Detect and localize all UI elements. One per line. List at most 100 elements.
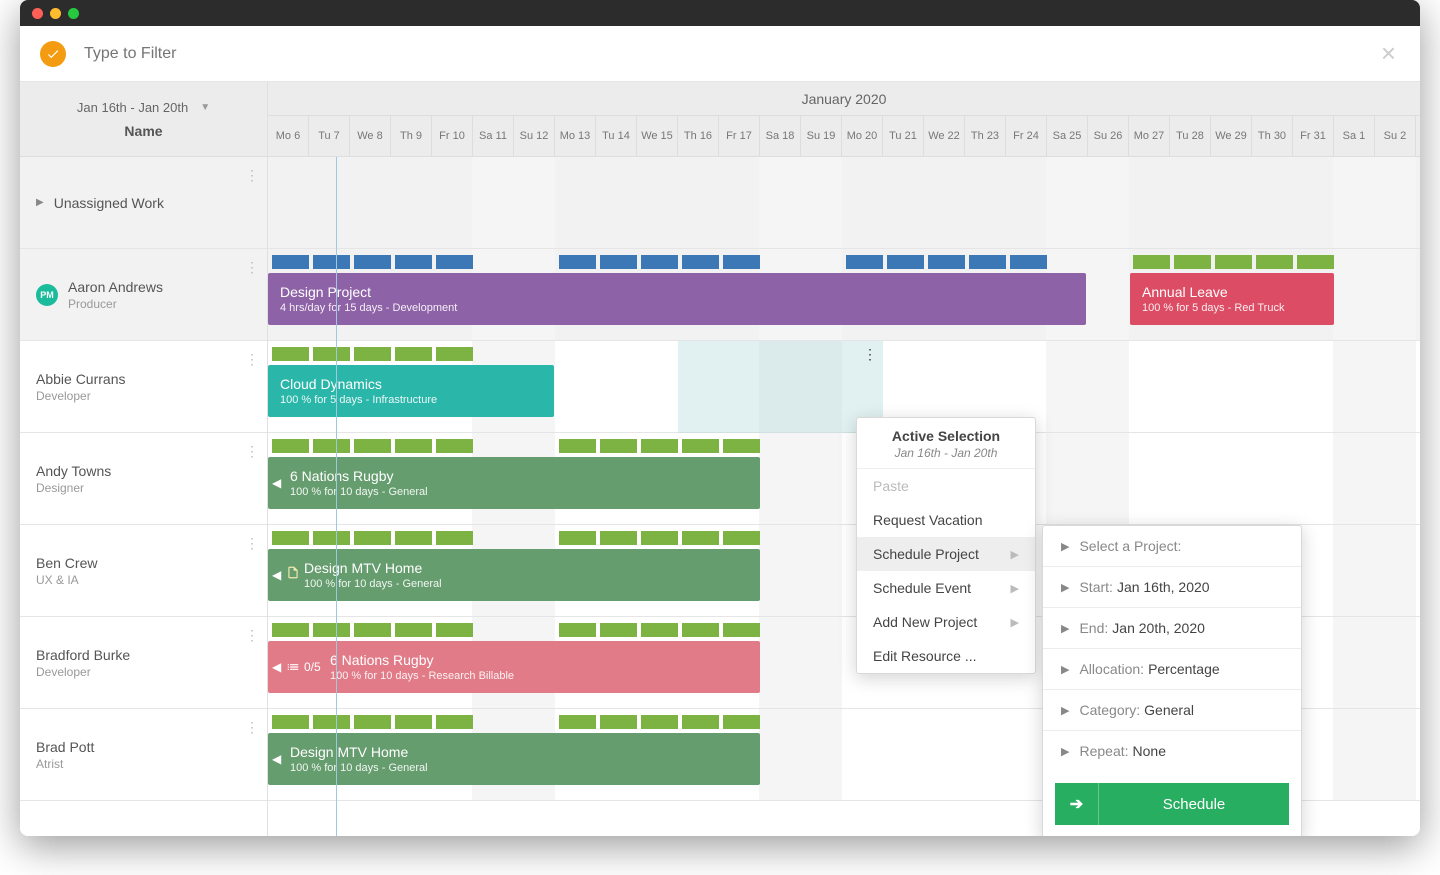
day-cell[interactable]: We 29 [1211,116,1252,156]
row-brad[interactable]: Brad Pott Atrist ⋮ [20,709,267,801]
day-cell[interactable]: Sa 18 [760,116,801,156]
day-cell[interactable]: Su 26 [1088,116,1129,156]
panel-row-select-project[interactable]: ▶ Select a Project: [1043,526,1301,567]
menu-item-paste: Paste [857,469,1035,503]
day-cell[interactable]: Mo 13 [555,116,596,156]
schedule-go-icon-button[interactable]: ➔ [1055,783,1099,825]
day-cell[interactable]: Mo 27 [1129,116,1170,156]
menu-item-add-new-project[interactable]: Add New Project ▶ [857,605,1035,639]
menu-item-schedule-event[interactable]: Schedule Event ▶ [857,571,1035,605]
booking-bar[interactable]: ◀ Design MTV Home 100 % for 10 days - Ge… [268,733,760,785]
track-andy[interactable]: ◀ 6 Nations Rugby 100 % for 10 days - Ge… [268,433,1420,525]
menu-item-request-vacation[interactable]: Request Vacation [857,503,1035,537]
filter-input[interactable] [84,45,484,63]
day-cell[interactable]: We 8 [350,116,391,156]
row-menu-icon[interactable]: ⋮ [245,443,257,460]
row-abbie[interactable]: Abbie Currans Developer ⋮ [20,341,267,433]
day-cell[interactable]: Fr 10 [432,116,473,156]
booking-bar[interactable]: ◀ 6 Nations Rugby 100 % for 10 days - Ge… [268,457,760,509]
panel-row-allocation[interactable]: ▶ Allocation: Percentage [1043,649,1301,690]
day-cell[interactable]: Mo 20 [842,116,883,156]
selection-menu-icon[interactable]: ⋮ [863,347,877,361]
row-menu-icon[interactable]: ⋮ [245,167,257,184]
menu-item-schedule-project[interactable]: Schedule Project ▶ [857,537,1035,571]
day-cell[interactable]: Fr 31 [1293,116,1334,156]
day-cell[interactable]: Tu 28 [1170,116,1211,156]
day-cell[interactable]: Sa 11 [473,116,514,156]
row-menu-icon[interactable]: ⋮ [245,627,257,644]
submenu-arrow-icon: ▶ [1011,616,1019,629]
day-cell[interactable]: Fr 24 [1006,116,1047,156]
panel-row-start[interactable]: ▶ Start: Jan 16th, 2020 [1043,567,1301,608]
day-cell[interactable]: We 22 [924,116,965,156]
booking-bar[interactable]: Design Project 4 hrs/day for 15 days - D… [268,273,1086,325]
resource-role: Developer [36,389,126,403]
bar-subtitle: 100 % for 10 days - Research Billable [330,670,748,682]
caret-right-icon: ▶ [1061,622,1069,635]
day-cell[interactable]: Th 9 [391,116,432,156]
day-cell[interactable]: Mo 6 [268,116,309,156]
caret-right-icon: ▶ [1061,663,1069,676]
window-zoom-icon[interactable] [68,8,79,19]
day-cell[interactable]: Sa 25 [1047,116,1088,156]
continues-left-icon: ◀ [272,476,281,490]
row-menu-icon[interactable]: ⋮ [245,535,257,552]
bar-title: Design MTV Home [304,560,748,576]
caret-right-icon: ▶ [1061,540,1069,553]
day-cell[interactable]: Tu 7 [309,116,350,156]
day-cell[interactable]: Fr 17 [719,116,760,156]
row-andy[interactable]: Andy Towns Designer ⋮ [20,433,267,525]
track-aaron[interactable]: Design Project 4 hrs/day for 15 days - D… [268,249,1420,341]
resource-name: Andy Towns [36,463,111,479]
row-aaron[interactable]: PM Aaron Andrews Producer ⋮ [20,249,267,341]
resource-role: Developer [36,665,130,679]
track-abbie[interactable]: Cloud Dynamics 100 % for 5 days - Infras… [268,341,1420,433]
window-close-icon[interactable] [32,8,43,19]
row-bradford[interactable]: Bradford Burke Developer ⋮ [20,617,267,709]
row-unassigned[interactable]: ▶ Unassigned Work ⋮ [20,157,267,249]
continues-left-icon: ◀ [272,568,281,582]
track-unassigned[interactable] [268,157,1420,249]
selection-box[interactable]: ⋮ [678,341,883,433]
row-menu-icon[interactable]: ⋮ [245,719,257,736]
booking-bar[interactable]: Annual Leave 100 % for 5 days - Red Truc… [1130,273,1334,325]
panel-action-row: ➔ Schedule [1055,783,1289,825]
note-icon [286,566,300,585]
month-label: January 2020 [268,82,1420,116]
day-cell[interactable]: We 15 [637,116,678,156]
day-cell[interactable]: Su 12 [514,116,555,156]
bar-title: Annual Leave [1142,284,1322,300]
day-cell[interactable]: Th 16 [678,116,719,156]
day-cell[interactable]: Su 19 [801,116,842,156]
continues-left-icon: ◀ [272,660,281,674]
day-cell[interactable]: Su 2 [1375,116,1416,156]
day-cell[interactable]: Th 23 [965,116,1006,156]
row-ben[interactable]: Ben Crew UX & IA ⋮ [20,525,267,617]
bar-subtitle: 100 % for 10 days - General [304,578,748,590]
window-minimize-icon[interactable] [50,8,61,19]
booking-bar[interactable]: Cloud Dynamics 100 % for 5 days - Infras… [268,365,554,417]
row-menu-icon[interactable]: ⋮ [245,259,257,276]
row-menu-icon[interactable]: ⋮ [245,351,257,368]
context-subtitle: Jan 16th - Jan 20th [873,446,1019,460]
bar-title: Cloud Dynamics [280,376,542,392]
booking-bar[interactable]: ◀ 0/5 6 Nations Rugby 100 % for 10 days … [268,641,760,693]
day-cell[interactable]: Th 30 [1252,116,1293,156]
booking-bar[interactable]: ◀ Design MTV Home 100 % for 10 days - Ge… [268,549,760,601]
panel-row-end[interactable]: ▶ End: Jan 20th, 2020 [1043,608,1301,649]
schedule-button[interactable]: Schedule [1099,783,1289,825]
day-cell[interactable]: Tu 14 [596,116,637,156]
close-icon[interactable]: × [1381,38,1396,69]
resource-name: Aaron Andrews [68,279,163,295]
day-cell[interactable]: Tu 21 [883,116,924,156]
date-range-button[interactable]: Jan 16th - Jan 20th ▼ [77,100,210,115]
bar-subtitle: 100 % for 10 days - General [290,486,748,498]
panel-row-category[interactable]: ▶ Category: General [1043,690,1301,731]
day-cell[interactable]: Sa 1 [1334,116,1375,156]
resource-name: Ben Crew [36,555,97,571]
today-line [336,157,337,836]
date-range-label: Jan 16th - Jan 20th [77,100,188,115]
timeline-body: Design Project 4 hrs/day for 15 days - D… [268,157,1420,836]
panel-row-repeat[interactable]: ▶ Repeat: None [1043,731,1301,771]
menu-item-edit-resource[interactable]: Edit Resource ... [857,639,1035,673]
